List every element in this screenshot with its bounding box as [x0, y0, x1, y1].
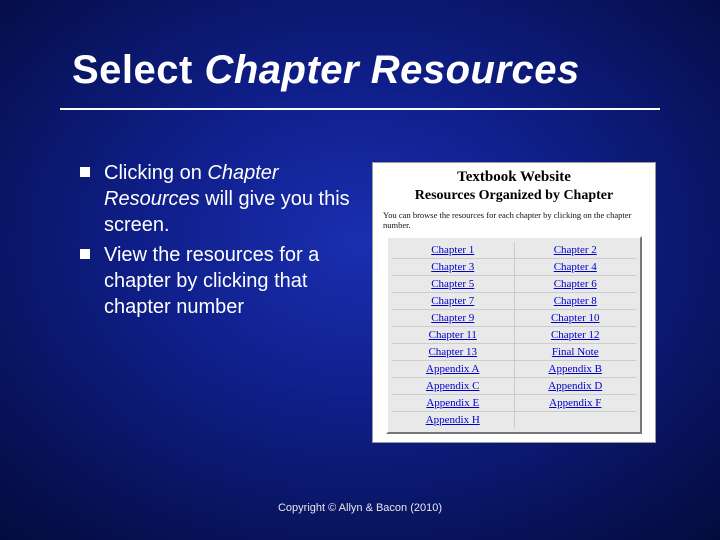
bullet-text-pre: Clicking on [104, 162, 207, 184]
chapter-link[interactable]: Appendix A [392, 361, 515, 377]
table-row: Chapter 11 Chapter 12 [392, 326, 636, 343]
chapter-link[interactable]: Chapter 6 [515, 276, 637, 292]
title-italic: Chapter Resources [204, 48, 579, 92]
chapter-link[interactable]: Appendix C [392, 378, 515, 394]
table-row: Appendix A Appendix B [392, 360, 636, 377]
table-row: Appendix C Appendix D [392, 377, 636, 394]
chapter-link[interactable]: Chapter 5 [392, 276, 515, 292]
chapter-link[interactable]: Chapter 11 [392, 327, 515, 343]
chapter-grid: Chapter 1 Chapter 2 Chapter 3 Chapter 4 … [386, 236, 642, 434]
chapter-link[interactable]: Appendix D [515, 378, 637, 394]
table-row: Chapter 7 Chapter 8 [392, 292, 636, 309]
bullet-text: View the resources for a chapter by clic… [104, 242, 360, 320]
chapter-link[interactable]: Chapter 10 [515, 310, 637, 326]
chapter-link[interactable]: Chapter 9 [392, 310, 515, 326]
chapter-link[interactable]: Chapter 12 [515, 327, 637, 343]
bullet-list: Clicking on Chapter Resources will give … [80, 160, 360, 324]
table-row: Chapter 5 Chapter 6 [392, 275, 636, 292]
chapter-link[interactable]: Final Note [515, 344, 637, 360]
screenshot-blurb: You can browse the resources for each ch… [383, 210, 645, 230]
screenshot-title: Textbook Website [379, 169, 649, 186]
table-row: Appendix E Appendix F [392, 394, 636, 411]
bullet-icon [80, 167, 90, 177]
chapter-link[interactable]: Chapter 7 [392, 293, 515, 309]
copyright-footer: Copyright © Allyn & Bacon (2010) [0, 502, 720, 514]
embedded-screenshot: Textbook Website Resources Organized by … [372, 162, 656, 443]
table-row: Appendix H [392, 411, 636, 428]
table-row: Chapter 3 Chapter 4 [392, 258, 636, 275]
screenshot-subtitle: Resources Organized by Chapter [379, 188, 649, 204]
bullet-text: Clicking on Chapter Resources will give … [104, 160, 360, 238]
chapter-link[interactable]: Chapter 4 [515, 259, 637, 275]
chapter-link[interactable]: Chapter 8 [515, 293, 637, 309]
title-underline [60, 108, 660, 110]
chapter-link[interactable]: Chapter 3 [392, 259, 515, 275]
title-prefix: Select [72, 48, 204, 92]
table-row: Chapter 13 Final Note [392, 343, 636, 360]
chapter-link[interactable]: Chapter 13 [392, 344, 515, 360]
chapter-link[interactable]: Chapter 1 [392, 242, 515, 258]
table-row: Chapter 1 Chapter 2 [392, 242, 636, 258]
chapter-link[interactable]: Appendix H [392, 412, 515, 428]
chapter-link[interactable]: Chapter 2 [515, 242, 637, 258]
table-row: Chapter 9 Chapter 10 [392, 309, 636, 326]
empty-cell [515, 412, 637, 428]
slide-title: Select Chapter Resources [72, 48, 580, 93]
bullet-icon [80, 249, 90, 259]
list-item: Clicking on Chapter Resources will give … [80, 160, 360, 238]
chapter-link[interactable]: Appendix B [515, 361, 637, 377]
list-item: View the resources for a chapter by clic… [80, 242, 360, 320]
chapter-link[interactable]: Appendix E [392, 395, 515, 411]
bullet-text-pre: View the resources for a chapter by clic… [104, 244, 319, 318]
chapter-link[interactable]: Appendix F [515, 395, 637, 411]
